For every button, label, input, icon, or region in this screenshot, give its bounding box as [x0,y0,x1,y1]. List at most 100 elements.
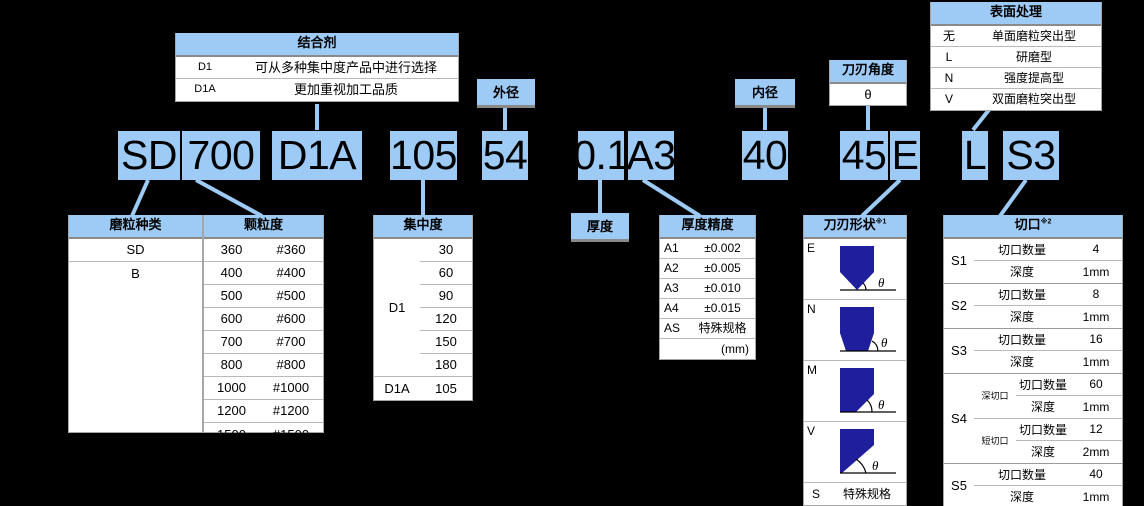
surface-code: N [944,70,954,85]
table-row: D1A 更加重视加工品质 [176,79,458,101]
concentration-value: 60 [420,262,472,285]
edge-angle-value: θ [864,86,872,102]
code-token-edge-shape[interactable]: E [890,131,920,180]
slot-count-label: 切口数量 [997,467,1046,482]
abrasive-value: SD [126,242,145,258]
slot-count-label: 切口数量 [997,242,1046,257]
slot-group-s5: S5 切口数量 40 深度 1mm [944,464,1122,506]
grit-number: 500 [220,288,243,304]
slot-code: S1 [951,253,967,269]
edge-shape-row-v: V θ [804,422,906,483]
table-row: SD [69,239,202,262]
grit-mesh: #360 [276,242,306,258]
tolerance-code: A3 [664,281,679,296]
code-token-edge-angle[interactable]: 45 [840,131,888,180]
edge-angle-title: 刀刃角度 [830,60,906,84]
surface-desc: 研磨型 [1015,49,1052,64]
tolerance-value: ±0.005 [704,261,741,276]
outer-diameter-label: 外径 [477,79,535,108]
slot-count-row: 切口数量 8 [974,284,1122,306]
code-token-abrasive[interactable]: SD [118,131,180,180]
table-row: 1200 #1200 [204,400,323,423]
slot-deep-label: 深切口 [981,391,1009,402]
bond-code: D1 [197,60,213,73]
slot-count-value: 40 [1089,467,1103,482]
slot-count-value: 12 [1089,422,1103,437]
surface-treatment-table: 表面处理 无 单面磨粒突出型 L 研磨型 N 强度提高型 V 双面磨粒突出型 [930,2,1102,111]
edge-angle-table: 刀刃角度 θ [829,60,907,106]
edge-shape-row-m: M θ [804,361,906,422]
edge-shape-code: N [807,301,816,316]
edge-shape-icon-m: θ [840,367,896,413]
tolerance-code: A4 [664,301,679,316]
table-row: 500 #500 [204,285,323,308]
slot-depth-value: 1mm [1082,354,1110,369]
table-row: B [69,262,202,285]
table-row: D1 可从多种集中度产品中进行选择 [176,57,458,79]
code-token-inner-diameter[interactable]: 40 [742,131,788,180]
code-token-outer-diameter[interactable]: 54 [482,131,528,180]
slot-title-text: 切口 [1014,217,1041,232]
slot-count-row: 切口数量 16 [974,329,1122,351]
edge-shape-code: E [807,240,816,255]
bond-desc: 更加重视加工品质 [293,82,398,98]
grit-number: 700 [220,334,243,350]
slot-group-s3: S3 切口数量 16 深度 1mm [944,329,1122,374]
tolerance-unit: (mm) [721,341,749,356]
grit-mesh: #1000 [272,380,310,396]
slot-depth-value: 1mm [1082,489,1110,504]
slot-depth-row: 深度 1mm [1016,396,1122,418]
slot-depth-row: 深度 1mm [974,351,1122,373]
edge-shape-icon-n: θ [840,306,896,352]
slot-title-superscript: ※2 [1040,218,1052,226]
edge-shape-table: 刀刃形状※1 E θ N θ M θ V θ S 特殊规格 [803,215,907,506]
slot-depth-row: 深度 2mm [1016,441,1122,463]
tolerance-table-title: 厚度精度 [660,215,755,239]
grit-number: 600 [220,311,243,327]
edge-shape-row-special: S 特殊规格 [804,483,906,505]
edge-shape-title-text: 刀刃形状 [823,217,876,232]
svg-text:θ: θ [881,335,888,350]
grit-size-table: 颗粒度 360 #360 400 #400 500 #500 600 #600 700 #… [203,215,324,442]
tolerance-value: ±0.015 [704,301,741,316]
slot-depth-label: 深度 [1009,355,1034,370]
concentration-bond-d1a: D1A [384,380,410,396]
edge-shape-table-title: 刀刃形状※1 [804,215,906,239]
table-row: A4 ±0.015 [660,299,755,319]
code-token-slot[interactable]: S3 [1003,131,1059,180]
concentration-value: 180 [420,354,472,377]
edge-shape-desc: 特殊规格 [842,487,891,502]
code-token-bond[interactable]: D1A [272,131,362,180]
code-token-concentration[interactable]: 105 [390,131,457,180]
edge-shape-row-e: E θ [804,239,906,300]
concentration-value: 120 [420,308,472,331]
svg-text:θ: θ [878,397,885,412]
grit-mesh: #500 [276,288,306,304]
slot-code: S4 [951,410,967,426]
concentration-table: 集中度 D1 D1A 30 60 90 120 150 180 105 [373,215,473,401]
slot-count-row: 切口数量 4 [974,239,1122,261]
slot-count-row: 切口数量 40 [974,464,1122,486]
grit-number: 360 [220,242,243,258]
slot-depth-row: 深度 1mm [974,306,1122,328]
grit-mesh: #400 [276,265,306,281]
table-row: AS 特殊规格 [660,319,755,339]
svg-text:θ: θ [878,275,885,290]
grit-mesh: #800 [276,357,306,373]
table-row: N 强度提高型 [931,68,1101,89]
code-token-thickness[interactable]: 0.1 [573,131,629,180]
slot-subgroup-short: 短切口 切口数量 12 深度 2mm [974,419,1122,463]
code-token-thickness-tolerance[interactable]: A3 [626,131,676,180]
abrasive-type-table: 磨粒种类 SD B [68,215,203,433]
table-row: A2 ±0.005 [660,259,755,279]
slot-count-label: 切口数量 [1018,377,1067,392]
table-row: A1 ±0.002 [660,239,755,259]
grit-mesh: #1500 [272,426,310,442]
code-token-surface-treatment[interactable]: L [962,131,988,180]
slot-depth-label: 深度 [1009,310,1034,325]
grit-number: 400 [220,265,243,281]
code-token-grit[interactable]: 700 [182,131,260,180]
tolerance-code: AS [664,321,681,336]
table-row: V 双面磨粒突出型 [931,89,1101,110]
table-row: 700 #700 [204,331,323,354]
